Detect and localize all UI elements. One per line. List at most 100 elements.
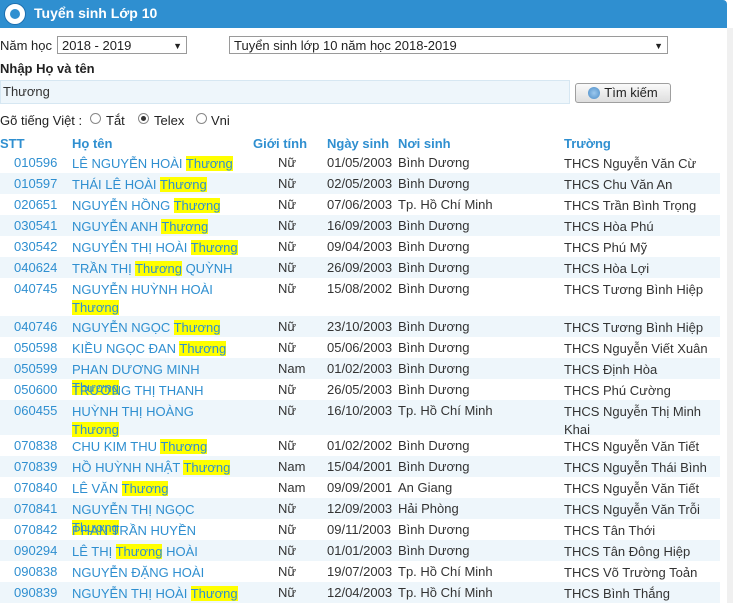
row-school: THCS Trần Bình Trọng (564, 198, 697, 213)
name-prefix: CHU KIM THU (72, 439, 161, 454)
row-birthplace: An Giang (398, 480, 453, 495)
row-name[interactable]: HỒ HUỲNH NHẬT Thương (72, 459, 242, 477)
row-gender: Nam (278, 480, 306, 495)
keyboard-radio-vni[interactable] (196, 113, 207, 124)
row-name[interactable]: NGUYỄN THỊ HOÀI Thương (72, 585, 242, 603)
row-stt[interactable]: 090838 (14, 564, 57, 579)
name-prefix: PHAN TRẦN HUYỀN (72, 523, 197, 538)
row-school: THCS Nguyễn Văn Trỗi (564, 502, 700, 517)
exam-select[interactable]: Tuyển sinh lớp 10 năm học 2018-2019 ▼ (229, 36, 668, 54)
row-gender: Nữ (278, 155, 297, 170)
row-dob: 19/07/2003 (327, 564, 393, 579)
school-year-select[interactable]: 2018 - 2019 ▼ (57, 36, 187, 54)
row-dob: 26/05/2003 (327, 382, 393, 397)
row-school: THCS Hòa Lợi (564, 261, 650, 276)
row-birthplace: Tp. Hồ Chí Minh (398, 564, 493, 579)
row-stt[interactable]: 010596 (14, 155, 57, 170)
row-name[interactable]: KIỀU NGỌC ĐAN Thương (72, 340, 242, 358)
row-school: THCS Hòa Phú (564, 219, 654, 234)
keyboard-radio-telex[interactable] (138, 113, 149, 124)
row-stt[interactable]: 030542 (14, 239, 57, 254)
row-stt[interactable]: 090839 (14, 585, 57, 600)
name-suffix: HOÀI (162, 544, 198, 559)
row-school: THCS Tương Bình Hiệp (564, 282, 704, 297)
name-prefix: NGUYỄN THỊ HOÀI (72, 586, 191, 601)
table-row: 070841 NGUYỄN THỊ NGỌC Thương Nữ 12/09/2003… (0, 498, 720, 535)
row-name[interactable]: NGUYỄN HUỲNH HOÀI Thương (72, 281, 242, 317)
chevron-down-icon: ▼ (173, 41, 182, 51)
row-school: THCS Chu Văn An (564, 177, 673, 192)
row-stt[interactable]: 030541 (14, 218, 57, 233)
header-birthplace: Nơi sinh (398, 136, 451, 151)
row-stt[interactable]: 040624 (14, 260, 57, 275)
row-stt[interactable]: 070838 (14, 438, 57, 453)
table-row: 050600TRƯƠNG THỊ THANH ThươngNữ26/05/200… (0, 379, 720, 416)
row-school: THCS Tân Thới (564, 523, 656, 538)
school-year-value: 2018 - 2019 (62, 38, 132, 53)
keyboard-option-telex: Telex (154, 113, 185, 128)
row-stt[interactable]: 040746 (14, 319, 57, 334)
row-school: THCS Định Hòa (564, 362, 658, 377)
row-stt[interactable]: 090294 (14, 543, 57, 558)
row-name[interactable]: CHU KIM THU Thương (72, 438, 242, 456)
page-scrollbar[interactable] (727, 28, 733, 603)
name-prefix: NGUYỄN ĐẶNG HOÀI (72, 565, 205, 580)
name-prefix: NGUYỄN THỊ NGỌC (72, 502, 195, 517)
row-name[interactable]: LÊ THỊ Thương HOÀI (72, 543, 242, 561)
row-name[interactable]: NGUYỄN THỊ HOÀI Thương (72, 239, 242, 257)
row-stt[interactable]: 070840 (14, 480, 57, 495)
row-name[interactable]: LÊ NGUYỄN HOÀI Thương (72, 155, 242, 173)
row-gender: Nữ (278, 403, 297, 418)
row-stt[interactable]: 050600 (14, 382, 57, 397)
name-highlight: Thương (160, 439, 208, 454)
row-name[interactable]: TRẦN THỊ Thương QUỲNH (72, 260, 242, 278)
header-school: Trường (564, 136, 611, 151)
name-highlight: Thương (121, 481, 169, 496)
row-stt[interactable]: 070842 (14, 522, 57, 537)
row-name[interactable]: LÊ VĂN Thương (72, 480, 242, 498)
row-dob: 26/09/2003 (327, 260, 393, 275)
keyboard-option-off: Tắt (106, 113, 125, 128)
row-birthplace: Bình Dương (398, 340, 470, 355)
row-birthplace: Bình Dương (398, 218, 470, 233)
row-stt[interactable]: 040745 (14, 281, 57, 296)
table-row: 030541 NGUYỄN ANH Thương Nữ 16/09/2003 Bình … (0, 215, 720, 236)
keyboard-radio-off[interactable] (90, 113, 101, 124)
row-stt[interactable]: 020651 (14, 197, 57, 212)
name-prefix: PHAN DƯƠNG MINH (72, 362, 200, 377)
header-name: Họ tên (72, 136, 113, 151)
row-stt[interactable]: 070841 (14, 501, 57, 516)
table-row: 020651 NGUYỄN HỒNG Thương Nữ 07/06/2003 Tp. … (0, 194, 720, 215)
row-birthplace: Bình Dương (398, 522, 470, 537)
search-button[interactable]: Tìm kiếm (575, 83, 671, 103)
row-stt[interactable]: 010597 (14, 176, 57, 191)
name-highlight: Thương (72, 300, 119, 315)
row-name[interactable]: HUỲNH THỊ HOÀNG Thương (72, 403, 242, 439)
name-highlight: Thương (190, 240, 238, 255)
table-row: 040745 NGUYỄN HUỲNH HOÀI Thương Nữ 15/08/20… (0, 278, 720, 316)
name-search-input[interactable]: Thương (0, 80, 570, 104)
name-prefix: NGUYỄN THỊ HOÀI (72, 240, 191, 255)
row-gender: Nữ (278, 176, 297, 191)
row-name[interactable]: NGUYỄN ANH Thương (72, 218, 242, 236)
name-highlight: Thương (173, 320, 221, 335)
row-name[interactable]: NGUYỄN HỒNG Thương (72, 197, 242, 215)
row-gender: Nữ (278, 218, 297, 233)
row-dob: 12/04/2003 (327, 585, 393, 600)
table-row: 040746 NGUYỄN NGỌC Thương Nữ 23/10/2003 Bình… (0, 316, 720, 337)
table-row: 070842 PHAN TRẦN HUYỀN Thương Nữ 09/11/2003… (0, 519, 720, 556)
row-dob: 01/01/2003 (327, 543, 393, 558)
name-prefix: LÊ NGUYỄN HOÀI (72, 156, 186, 171)
keyboard-option-vni: Vni (211, 113, 230, 128)
table-row: 070838 CHU KIM THU Thương Nữ 01/02/2002 Bình… (0, 435, 720, 456)
row-name[interactable]: NGUYỄN NGỌC Thương (72, 319, 242, 337)
row-stt[interactable]: 070839 (14, 459, 57, 474)
name-prefix: HỒ HUỲNH NHẬT (72, 460, 184, 475)
row-stt[interactable]: 050599 (14, 361, 57, 376)
row-stt[interactable]: 050598 (14, 340, 57, 355)
school-year-label: Năm học (0, 38, 53, 53)
row-stt[interactable]: 060455 (14, 403, 57, 418)
table-row: 040624 TRẦN THỊ Thương QUỲNH Nữ 26/09/2003 B… (0, 257, 720, 278)
row-name[interactable]: THÁI LÊ HOÀI Thương (72, 176, 242, 194)
name-highlight: Thương (190, 586, 238, 601)
